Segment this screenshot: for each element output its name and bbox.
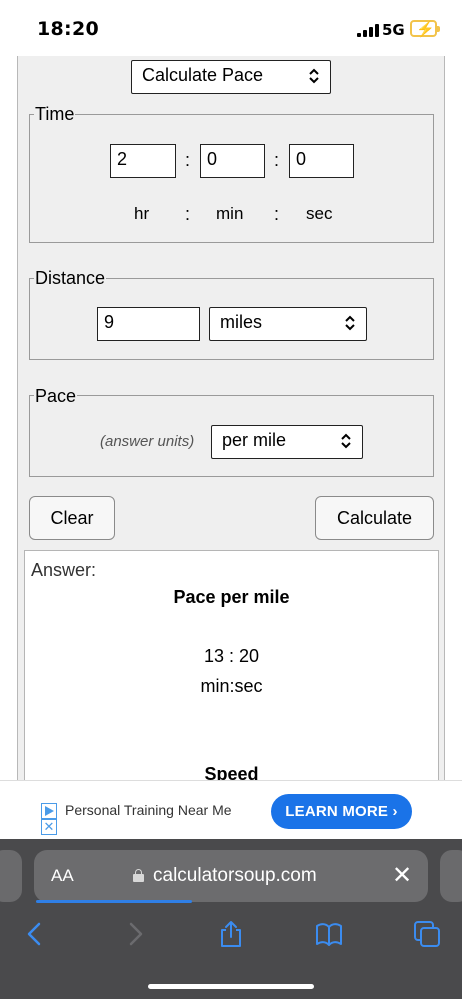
answer-units-hint: (answer units): [100, 433, 195, 450]
select-chevron-icon: [345, 315, 355, 331]
ad-banner[interactable]: ✕ Personal Training Near Me LEARN MORE ›: [0, 780, 462, 839]
tabs-icon[interactable]: [412, 919, 442, 949]
browser-toolbar: AA calculatorsoup.com ✕: [0, 839, 462, 999]
stop-loading-icon[interactable]: ✕: [392, 861, 412, 890]
share-icon[interactable]: [216, 919, 246, 949]
battery-charging-icon: ⚡: [410, 20, 440, 38]
ad-button-label: LEARN MORE: [285, 803, 389, 820]
status-time: 18:20: [37, 18, 99, 40]
bookmarks-icon[interactable]: [314, 919, 344, 949]
select-chevron-icon: [341, 433, 351, 449]
address-bar[interactable]: AA calculatorsoup.com ✕: [34, 850, 428, 902]
calculator-page: Calculate Pace Time 2 : 0 : 0 hr : min :…: [17, 56, 445, 780]
calculation-mode-select[interactable]: Calculate Pace: [131, 60, 331, 94]
status-bar: 18:20 5G ⚡: [0, 0, 462, 56]
time-separator: :: [185, 150, 191, 170]
ad-choices-icon[interactable]: [41, 803, 57, 819]
distance-unit-select[interactable]: miles: [209, 307, 367, 341]
pace-legend: Pace: [34, 386, 78, 407]
distance-input[interactable]: 9: [97, 307, 200, 341]
minutes-unit-label: min: [216, 204, 244, 223]
answer-panel: Answer: Pace per mile 13 : 20 min:sec Sp…: [24, 550, 439, 780]
time-separator: :: [185, 204, 191, 224]
ad-text[interactable]: Personal Training Near Me: [65, 802, 232, 818]
pace-unit-value: per mile: [222, 430, 287, 450]
lock-icon: [133, 869, 144, 882]
time-separator: :: [274, 204, 280, 224]
select-chevron-icon: [309, 68, 319, 84]
hours-unit-label: hr: [134, 204, 150, 223]
loading-progress-bar: [36, 900, 192, 903]
text-size-button[interactable]: AA: [51, 866, 74, 886]
calculate-button[interactable]: Calculate: [315, 496, 434, 540]
speed-title: Speed: [204, 764, 259, 780]
distance-legend: Distance: [34, 268, 107, 289]
pace-format: min:sec: [200, 676, 263, 696]
time-separator: :: [274, 150, 280, 170]
ad-close-icon[interactable]: ✕: [41, 819, 57, 835]
pace-result: 13 : 20: [203, 646, 260, 666]
time-legend: Time: [34, 104, 76, 125]
pace-unit-select[interactable]: per mile: [211, 425, 363, 459]
calculation-mode-value: Calculate Pace: [142, 65, 264, 85]
ad-learn-more-button[interactable]: LEARN MORE ›: [271, 794, 412, 829]
back-icon[interactable]: [20, 919, 50, 949]
url-text[interactable]: calculatorsoup.com: [153, 865, 317, 887]
home-indicator: [148, 984, 314, 989]
signal-icon: [357, 24, 379, 37]
minutes-input[interactable]: 0: [200, 144, 265, 178]
answer-label: Answer:: [31, 560, 97, 580]
clear-button[interactable]: Clear: [29, 496, 115, 540]
distance-unit-value: miles: [220, 312, 263, 332]
network-label: 5G: [382, 21, 405, 39]
previous-tab[interactable]: [0, 850, 22, 902]
answer-title: Pace per mile: [173, 587, 290, 607]
seconds-input[interactable]: 0: [289, 144, 354, 178]
forward-icon[interactable]: [120, 919, 150, 949]
next-tab[interactable]: [440, 850, 462, 902]
hours-input[interactable]: 2: [110, 144, 176, 178]
seconds-unit-label: sec: [306, 204, 333, 223]
